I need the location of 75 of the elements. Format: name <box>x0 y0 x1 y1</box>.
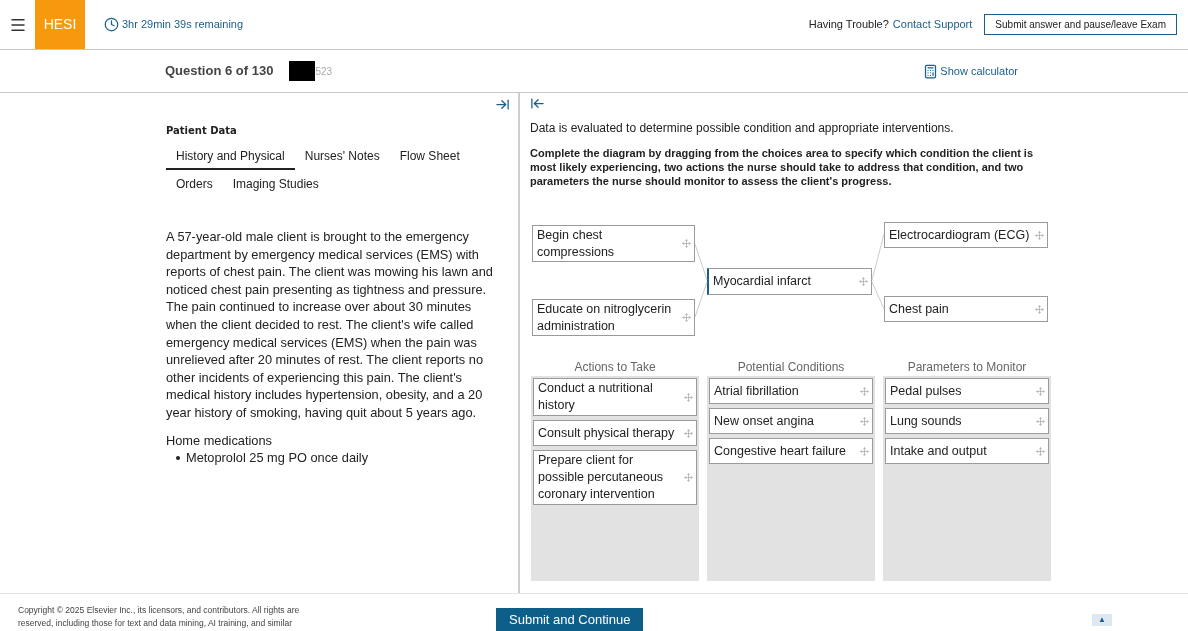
tab[interactable]: Nurses' Notes <box>294 144 390 170</box>
tab[interactable]: History and Physical <box>166 144 295 170</box>
drag-icon <box>1036 446 1045 456</box>
answer-text: Intake and output <box>890 442 987 460</box>
answer-text: Myocardial infarct <box>713 273 811 290</box>
help-text: Having Trouble? <box>808 17 889 33</box>
answer-card[interactable]: Atrial fibrillation <box>709 378 873 404</box>
question-id: 523 <box>315 64 333 79</box>
answer-text: Congestive heart failure <box>714 442 847 460</box>
answer-card[interactable]: Chest pain <box>884 296 1048 322</box>
calculator-button[interactable]: Show calculator <box>923 62 1018 80</box>
answer-text: Conduct a nutritional history <box>538 380 654 414</box>
timer-text: 3hr 29min 39s remaining <box>122 17 244 33</box>
question-instructions: Complete the diagram by dragging from the choices area to specify which condition the client is most likely experiencing, two actions the nurse should take to address that condition, and two parameters the nurse should monitor to assess the client's progress. <box>530 146 1035 188</box>
clock-icon <box>104 17 119 32</box>
expand-icon[interactable] <box>530 96 545 111</box>
drag-icon <box>684 428 693 438</box>
connector-line <box>694 281 708 318</box>
tab[interactable]: Imaging Studies <box>222 172 329 198</box>
drag-icon <box>682 239 691 248</box>
answer-card[interactable]: Educate on nitroglycerin administration <box>532 299 695 336</box>
answer-text: Pedal pulses <box>890 382 962 400</box>
exit-button[interactable]: Submit answer and pause/leave Exam <box>984 14 1177 35</box>
answer-text: Electrocardiogram (ECG) <box>889 226 1030 244</box>
redaction-block <box>289 61 316 81</box>
question-intro: Data is evaluated to determine possible condition and appropriate interventions. <box>530 120 955 137</box>
answer-card[interactable]: Pedal pulses <box>885 378 1049 404</box>
answer-card[interactable]: Prepare client for possible percutaneous coronary intervention <box>533 450 697 505</box>
answer-card[interactable]: Consult physical therapy <box>533 420 697 446</box>
answer-card[interactable]: New onset angina <box>709 408 873 434</box>
submit-button[interactable]: Submit and Continue <box>496 608 644 631</box>
scroll-top-button[interactable]: ▲ <box>1092 614 1112 626</box>
drag-icon <box>860 386 869 396</box>
column-heading: Parameters to Monitor <box>906 359 1028 374</box>
medication-item: Metoprolol 25 mg PO once daily <box>186 449 369 467</box>
support-link[interactable]: Contact Support <box>892 16 973 33</box>
bullet-icon <box>176 456 180 461</box>
panel-title: Patient Data <box>166 124 238 138</box>
answer-text: Prepare client for possible percutaneous coronary intervention <box>538 452 665 503</box>
drag-icon <box>684 392 693 402</box>
medications-heading: Home medications <box>166 431 273 450</box>
answer-card[interactable]: Lung sounds <box>885 408 1049 434</box>
answer-text: New onset angina <box>714 412 815 430</box>
answer-card[interactable]: Electrocardiogram (ECG) <box>884 222 1048 248</box>
patient-history-paragraph: A 57-year-old male client is brought to the emergency department by emergency medical services (EMS) with reports of chest pain. The client was mowing his lawn and noticed chest pain presenting as tightness and pressure. The pain continued to increase over about 30 minutes when the client decided to rest. The client's wife called emergency medical services (EMS) when the pain was unrelieved after 20 minutes of rest. The client reports no other incidents of experiencing this pain. The client's medical history includes hypertension, obesity, and a 20 year history of smoking, having quit about 5 years ago. <box>166 228 494 422</box>
answer-text: Lung sounds <box>890 412 962 430</box>
copyright-text: Copyright © 2025 Elsevier Inc., its licensors, and contributors. All rights are reserved, including those for text and data mining, AI training, and similar <box>18 604 301 630</box>
column-heading: Actions to Take <box>573 359 657 374</box>
answer-text: Atrial fibrillation <box>714 382 799 400</box>
tab[interactable]: Flow Sheet <box>389 144 470 170</box>
tab[interactable]: Orders <box>166 172 223 198</box>
column-heading: Potential Conditions <box>736 359 846 374</box>
answer-card[interactable]: Conduct a nutritional history <box>533 378 697 416</box>
drag-icon <box>1036 416 1045 426</box>
drag-icon <box>860 446 869 456</box>
drag-icon <box>684 473 693 482</box>
drag-icon <box>1035 304 1044 314</box>
connector-line <box>694 243 708 281</box>
collapse-icon[interactable] <box>495 97 510 112</box>
drag-icon <box>860 416 869 426</box>
answer-card[interactable]: Begin chest compressions <box>532 225 695 262</box>
question-counter: Question 6 of 130 <box>165 62 274 81</box>
answer-card[interactable]: Myocardial infarct <box>707 268 872 295</box>
drag-icon <box>1035 230 1044 240</box>
answer-card[interactable]: Congestive heart failure <box>709 438 873 464</box>
drag-icon <box>1036 386 1045 396</box>
calculator-icon <box>923 62 939 80</box>
drag-icon <box>859 277 868 286</box>
answer-text: Consult physical therapy <box>538 424 675 442</box>
answer-card[interactable]: Intake and output <box>885 438 1049 464</box>
drag-icon <box>682 313 691 322</box>
answer-text: Chest pain <box>889 300 949 318</box>
logo: HESI <box>35 0 85 49</box>
answer-text: Begin chest compressions <box>537 226 616 261</box>
answer-text: Educate on nitroglycerin administration <box>537 300 673 335</box>
